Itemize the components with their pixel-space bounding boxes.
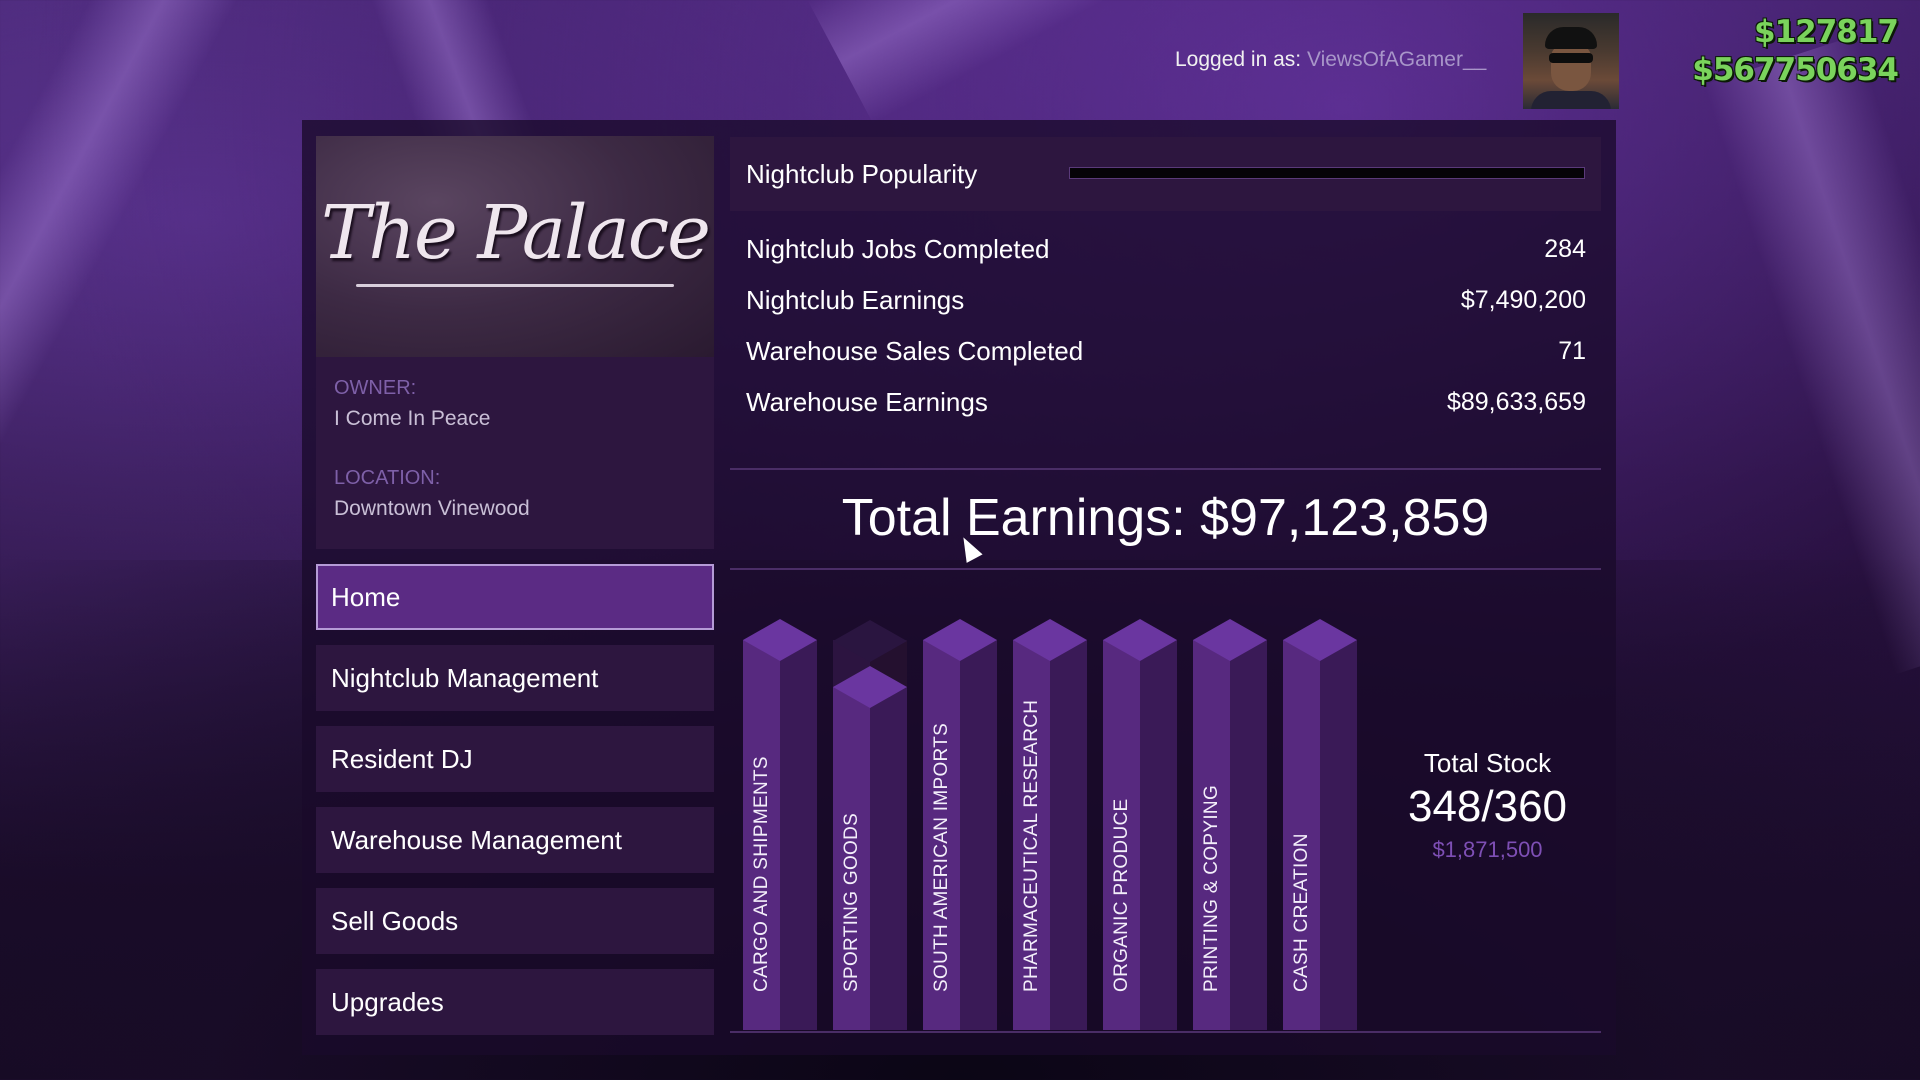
owner-value: I Come In Peace: [334, 407, 491, 430]
stock-bar-label: PRINTING & COPYING: [1201, 784, 1222, 992]
stat-label-warehouse-sales: Warehouse Sales Completed: [746, 336, 1084, 366]
divider: [730, 468, 1601, 470]
logo-underline: [356, 284, 674, 287]
stock-bar-cash-creation: CASH CREATION: [1283, 619, 1357, 1030]
stock-bar-label: ORGANIC PRODUCE: [1111, 798, 1132, 992]
stock-bar-organic-produce: ORGANIC PRODUCE: [1103, 619, 1177, 1030]
stat-value-warehouse-earnings: $89,633,659: [1446, 388, 1586, 416]
nav-item-home[interactable]: Home: [316, 564, 714, 630]
username: ViewsOfAGamer__: [1306, 48, 1487, 71]
stock-bar-label: SPORTING GOODS: [841, 812, 862, 992]
stock-bar-cargo-and-shipments: CARGO AND SHIPMENTS: [743, 619, 817, 1030]
cash-balance: $127817: [1754, 14, 1899, 50]
nav-item-upgrades[interactable]: Upgrades: [316, 969, 714, 1035]
stat-value-jobs: 284: [1544, 235, 1586, 263]
stat-label-nightclub-earnings: Nightclub Earnings: [746, 285, 965, 315]
light-beam: [807, 0, 1103, 124]
stat-label-warehouse-earnings: Warehouse Earnings: [746, 387, 988, 417]
total-stock-money: $1,871,500: [1432, 837, 1543, 862]
avatar: [1523, 13, 1619, 109]
stat-label-jobs: Nightclub Jobs Completed: [746, 234, 1050, 264]
total-stock-label: Total Stock: [1423, 748, 1552, 778]
nav-item-resident-dj[interactable]: Resident DJ: [316, 726, 714, 792]
stock-bar-label: CASH CREATION: [1291, 833, 1312, 992]
bank-balance: $567750634: [1692, 52, 1899, 88]
login-status: Logged in as: ViewsOfAGamer__: [1175, 48, 1486, 72]
owner-label: OWNER:: [334, 377, 417, 399]
stock-bar-pharmaceutical-research: PHARMACEUTICAL RESEARCH: [1013, 619, 1087, 1030]
business-info: OWNER: I Come In Peace LOCATION: Downtow…: [316, 357, 714, 549]
stock-bar-sporting-goods: SPORTING GOODS: [833, 620, 907, 1030]
stock-bar-label: CARGO AND SHIPMENTS: [751, 756, 772, 992]
chart-baseline: [730, 1031, 1601, 1033]
stock-bar-south-american-imports: SOUTH AMERICAN IMPORTS: [923, 619, 997, 1030]
stat-value-warehouse-sales: 71: [1558, 337, 1586, 365]
logo-text: The Palace: [321, 190, 711, 276]
stock-bar-printing-copying: PRINTING & COPYING: [1193, 619, 1267, 1030]
divider: [730, 568, 1601, 570]
nav-item-nightclub-management[interactable]: Nightclub Management: [316, 645, 714, 711]
total-earnings: Total Earnings: $97,123,859: [841, 489, 1490, 547]
location-label: LOCATION:: [334, 467, 441, 489]
popularity-label: Nightclub Popularity: [746, 159, 978, 189]
light-beam: [0, 0, 243, 485]
total-stock-value: 348/360: [1407, 782, 1568, 831]
login-label: Logged in as:: [1175, 48, 1302, 71]
stat-value-nightclub-earnings: $7,490,200: [1460, 286, 1586, 314]
popularity-row: Nightclub Popularity: [730, 137, 1601, 211]
nav-item-warehouse-management[interactable]: Warehouse Management: [316, 807, 714, 873]
stock-bar-label: SOUTH AMERICAN IMPORTS: [931, 722, 952, 992]
business-logo: The Palace: [316, 136, 714, 357]
location-value: Downtown Vinewood: [334, 497, 530, 520]
popularity-bar: [1069, 167, 1585, 179]
stock-bar-label: PHARMACEUTICAL RESEARCH: [1021, 699, 1042, 992]
nav-item-sell-goods[interactable]: Sell Goods: [316, 888, 714, 954]
